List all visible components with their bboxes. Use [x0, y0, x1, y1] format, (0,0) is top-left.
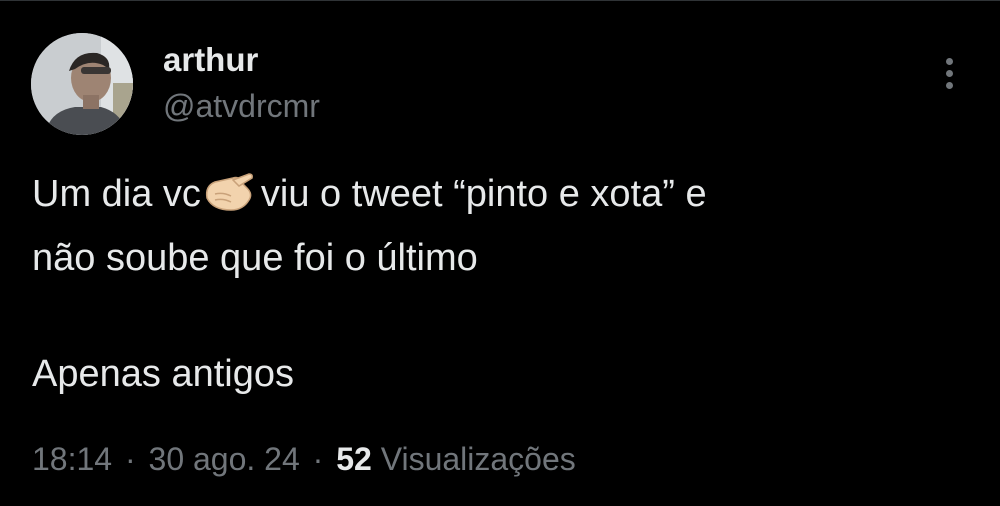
user-handle[interactable]: @atvdrcmr	[163, 86, 320, 126]
tweet-time[interactable]: 18:14	[32, 441, 112, 477]
meta-separator: ·	[124, 441, 136, 477]
views-label[interactable]: Visualizações	[381, 441, 576, 477]
views-count[interactable]: 52	[336, 441, 372, 477]
tweet-text-part: viu o tweet “pinto e xota” e	[260, 173, 707, 215]
tweet-date[interactable]: 30 ago. 24	[149, 441, 300, 477]
tweet-line-3: Apenas antigos	[32, 353, 294, 395]
more-options-button[interactable]	[930, 52, 970, 96]
tweet-line-2: não soube que foi o último	[32, 237, 478, 279]
meta-separator: ·	[312, 441, 324, 477]
top-divider	[0, 0, 1000, 1]
display-name[interactable]: arthur	[163, 40, 258, 80]
tweet-text: Um dia vc viu o tweet “pinto e xota” e n…	[32, 166, 952, 286]
tweet-meta: 18:14 · 30 ago. 24 · 52 Visualizações	[32, 437, 576, 481]
avatar[interactable]	[31, 33, 133, 135]
tweet-text-part: Um dia vc	[32, 173, 201, 215]
backhand-index-pointing-at-viewer-icon	[203, 168, 255, 230]
tweet-line-1: Um dia vc viu o tweet “pinto e xota” e	[32, 166, 952, 230]
profile-photo-icon	[31, 33, 133, 135]
